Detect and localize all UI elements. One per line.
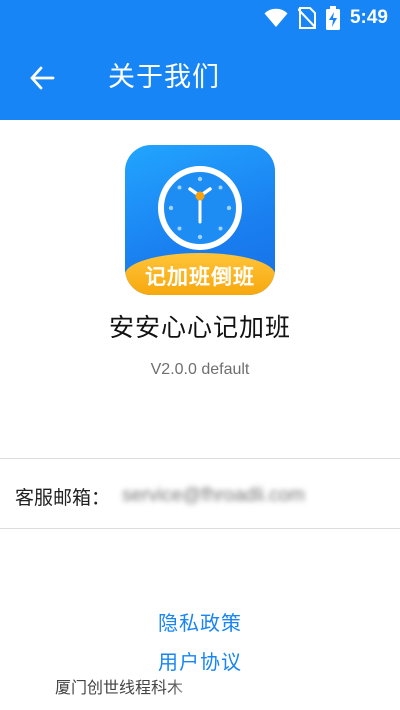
battery-charging-icon bbox=[325, 6, 340, 30]
status-time: 5:49 bbox=[349, 7, 388, 28]
status-bar: 5:49 bbox=[0, 0, 400, 36]
divider-bottom bbox=[0, 528, 400, 529]
wifi-icon bbox=[264, 8, 288, 27]
logo-banner: 记加班倒班 bbox=[125, 253, 275, 295]
app-bar: 5:49 关于我们 bbox=[0, 0, 400, 120]
status-icons: 5:49 bbox=[264, 6, 388, 30]
logo-banner-text: 记加班倒班 bbox=[145, 265, 255, 289]
service-email-row: 客服邮箱： service@fhroadli.com bbox=[15, 482, 305, 510]
arrow-back-icon bbox=[30, 66, 55, 90]
app-name: 安安心心记加班 bbox=[108, 313, 291, 342]
app-version: V2.0.0 default bbox=[150, 361, 250, 378]
service-email-value[interactable]: service@fhroadli.com bbox=[122, 485, 305, 507]
divider-top bbox=[0, 458, 400, 459]
no-sim-icon bbox=[297, 7, 316, 29]
back-button[interactable] bbox=[22, 58, 62, 98]
toolbar: 关于我们 bbox=[0, 44, 400, 114]
app-logo: 记加班倒班 bbox=[125, 145, 275, 295]
service-email-label: 客服邮箱： bbox=[15, 486, 111, 509]
privacy-policy-link[interactable]: 隐私政策 bbox=[0, 607, 400, 636]
page-title: 关于我们 bbox=[108, 62, 220, 93]
footer-fade bbox=[170, 670, 210, 698]
